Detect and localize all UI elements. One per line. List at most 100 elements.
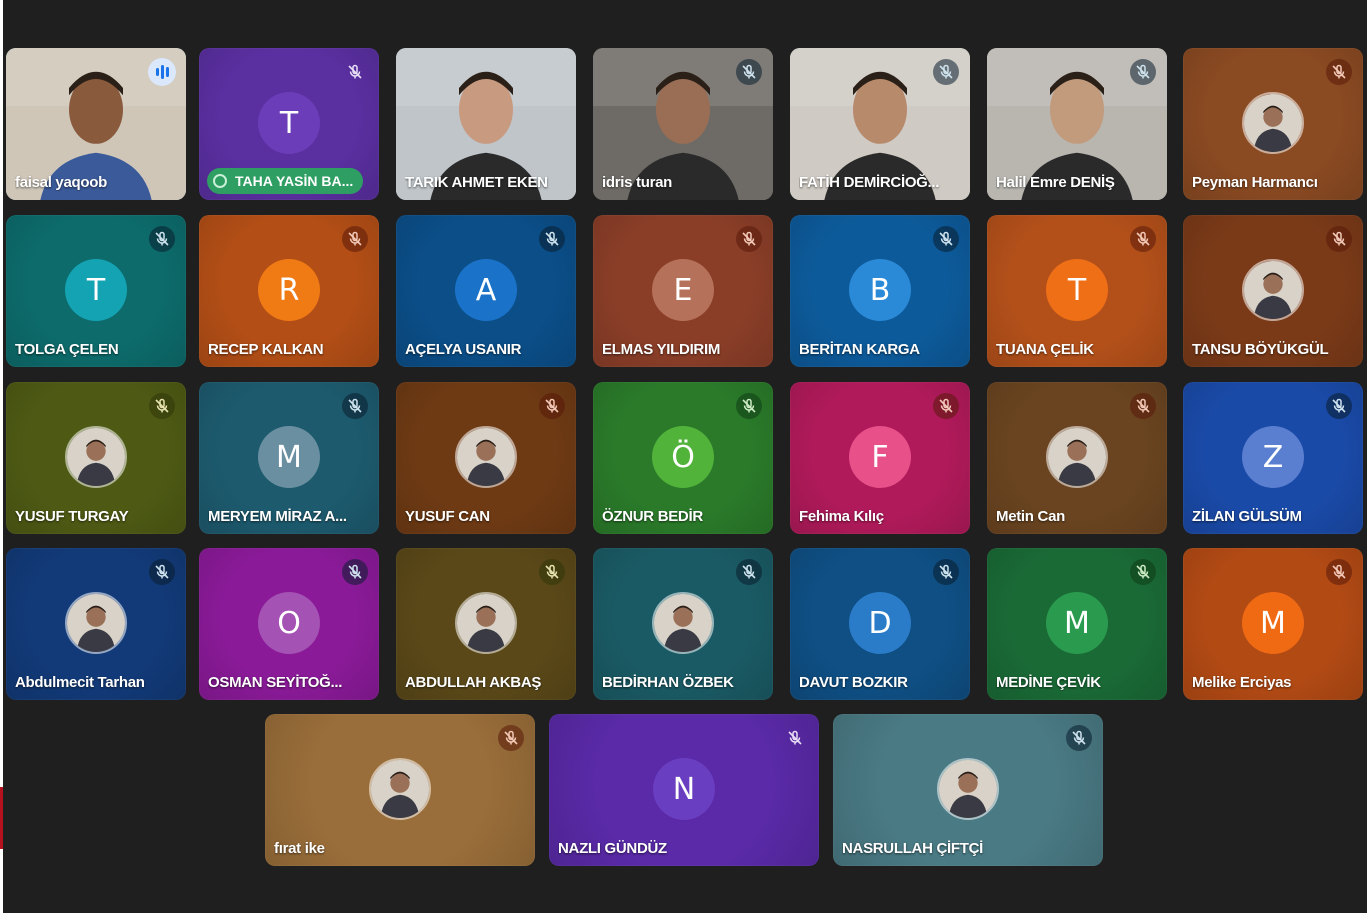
participant-tile[interactable]: Ö ÖZNUR BEDİR: [593, 382, 773, 534]
participant-name: faisal yaqoob: [15, 174, 107, 191]
mic-muted-icon: [1130, 559, 1156, 585]
participant-name: NASRULLAH ÇİFTÇİ: [842, 840, 984, 857]
participant-name: Abdulmecit Tarhan: [15, 674, 145, 691]
participant-tile[interactable]: B BERİTAN KARGA: [790, 215, 970, 367]
mic-muted-icon: [149, 559, 175, 585]
mic-muted-icon: [736, 59, 762, 85]
mic-muted-icon: [539, 226, 565, 252]
profile-photo: [65, 426, 127, 488]
profile-photo: [937, 758, 999, 820]
participant-tile[interactable]: N NAZLI GÜNDÜZ: [549, 714, 819, 866]
mic-muted-icon: [736, 559, 762, 585]
participant-tile[interactable]: YUSUF TURGAY: [6, 382, 186, 534]
participant-tile[interactable]: M MEDİNE ÇEVİK: [987, 548, 1167, 700]
participant-name: Melike Erciyas: [1192, 674, 1292, 691]
participant-name: TAHA YASİN BA...: [235, 173, 354, 189]
mic-muted-icon: [736, 393, 762, 419]
profile-photo: [1242, 92, 1304, 154]
avatar-initial: D: [849, 592, 911, 654]
mic-muted-icon: [933, 393, 959, 419]
avatar-initial: O: [258, 592, 320, 654]
participant-tile[interactable]: NASRULLAH ÇİFTÇİ: [833, 714, 1103, 866]
participant-tile[interactable]: Abdulmecit Tarhan: [6, 548, 186, 700]
mic-muted-icon: [149, 393, 175, 419]
participant-tile[interactable]: TANSU BÖYÜKGÜL: [1183, 215, 1363, 367]
mic-muted-icon: [342, 393, 368, 419]
profile-photo: [1046, 426, 1108, 488]
participant-name: YUSUF CAN: [405, 508, 490, 525]
avatar-initial: T: [65, 259, 127, 321]
meeting-grid: faisal yaqoob T TAHA YASİN BA... TARIK AHME…: [3, 0, 1367, 913]
participant-tile[interactable]: Halil Emre DENİŞ: [987, 48, 1167, 200]
participant-name: OSMAN SEYİTOĞ...: [208, 674, 343, 691]
participant-tile[interactable]: YUSUF CAN: [396, 382, 576, 534]
participant-tile[interactable]: E ELMAS YILDIRIM: [593, 215, 773, 367]
participant-name: NAZLI GÜNDÜZ: [558, 840, 667, 857]
mic-muted-icon: [933, 59, 959, 85]
participant-tile[interactable]: T TAHA YASİN BA...: [199, 48, 379, 200]
participant-tile[interactable]: Z ZİLAN GÜLSÜM: [1183, 382, 1363, 534]
participant-name: BEDİRHAN ÖZBEK: [602, 674, 734, 691]
participant-name: TARIK AHMET EKEN: [405, 174, 548, 191]
participant-tile[interactable]: M Melike Erciyas: [1183, 548, 1363, 700]
profile-photo: [455, 426, 517, 488]
participant-name: Halil Emre DENİŞ: [996, 174, 1115, 191]
mic-muted-icon: [1326, 226, 1352, 252]
participant-name: Peyman Harmancı: [1192, 174, 1318, 191]
avatar-initial: R: [258, 259, 320, 321]
participant-tile[interactable]: TARIK AHMET EKEN: [396, 48, 576, 200]
participant-tile[interactable]: ABDULLAH AKBAŞ: [396, 548, 576, 700]
participant-tile[interactable]: T TOLGA ÇELEN: [6, 215, 186, 367]
avatar-initial: T: [1046, 259, 1108, 321]
participant-tile[interactable]: FATİH DEMİRCİOĞ...: [790, 48, 970, 200]
participant-name: YUSUF TURGAY: [15, 508, 129, 525]
participant-tile[interactable]: F Fehima Kılıç: [790, 382, 970, 534]
hand-icon: [213, 174, 227, 188]
mic-muted-icon: [933, 226, 959, 252]
participant-tile[interactable]: idris turan: [593, 48, 773, 200]
avatar-initial: T: [258, 92, 320, 154]
profile-photo: [1242, 259, 1304, 321]
participant-tile[interactable]: R RECEP KALKAN: [199, 215, 379, 367]
participant-name: FATİH DEMİRCİOĞ...: [799, 174, 940, 191]
participant-name: ELMAS YILDIRIM: [602, 341, 721, 358]
avatar-initial: N: [653, 758, 715, 820]
participant-tile[interactable]: O OSMAN SEYİTOĞ...: [199, 548, 379, 700]
participant-tile[interactable]: D DAVUT BOZKIR: [790, 548, 970, 700]
participant-name: fırat ike: [274, 840, 325, 857]
raised-hand-pill: TAHA YASİN BA...: [207, 168, 364, 194]
mic-muted-icon: [1326, 393, 1352, 419]
participant-name: TUANA ÇELİK: [996, 341, 1094, 358]
participant-tile[interactable]: Metin Can: [987, 382, 1167, 534]
participant-name: Fehima Kılıç: [799, 508, 884, 525]
avatar-initial: M: [258, 426, 320, 488]
participant-tile[interactable]: BEDİRHAN ÖZBEK: [593, 548, 773, 700]
participant-tile[interactable]: A AÇELYA USANIR: [396, 215, 576, 367]
mic-muted-icon: [539, 393, 565, 419]
mic-muted-icon: [736, 226, 762, 252]
participant-tile[interactable]: faisal yaqoob: [6, 48, 186, 200]
participant-name: MEDİNE ÇEVİK: [996, 674, 1101, 691]
mic-muted-icon: [933, 559, 959, 585]
mic-muted-icon: [782, 725, 808, 751]
mic-muted-icon: [1066, 725, 1092, 751]
participant-tile[interactable]: M MERYEM MİRAZ A...: [199, 382, 379, 534]
mic-muted-icon: [1130, 59, 1156, 85]
avatar-initial: M: [1242, 592, 1304, 654]
participant-name: BERİTAN KARGA: [799, 341, 920, 358]
mic-muted-icon: [539, 559, 565, 585]
participant-name: TANSU BÖYÜKGÜL: [1192, 341, 1329, 358]
participant-tile[interactable]: Peyman Harmancı: [1183, 48, 1363, 200]
participant-name: Metin Can: [996, 508, 1065, 525]
participant-tile[interactable]: T TUANA ÇELİK: [987, 215, 1167, 367]
participant-name: TOLGA ÇELEN: [15, 341, 119, 358]
mic-muted-icon: [1130, 226, 1156, 252]
avatar-initial: A: [455, 259, 517, 321]
participant-tile[interactable]: fırat ike: [265, 714, 535, 866]
avatar-initial: Ö: [652, 426, 714, 488]
mic-muted-icon: [342, 226, 368, 252]
mic-muted-icon: [498, 725, 524, 751]
avatar-initial: E: [652, 259, 714, 321]
profile-photo: [369, 758, 431, 820]
participant-name: RECEP KALKAN: [208, 341, 324, 358]
